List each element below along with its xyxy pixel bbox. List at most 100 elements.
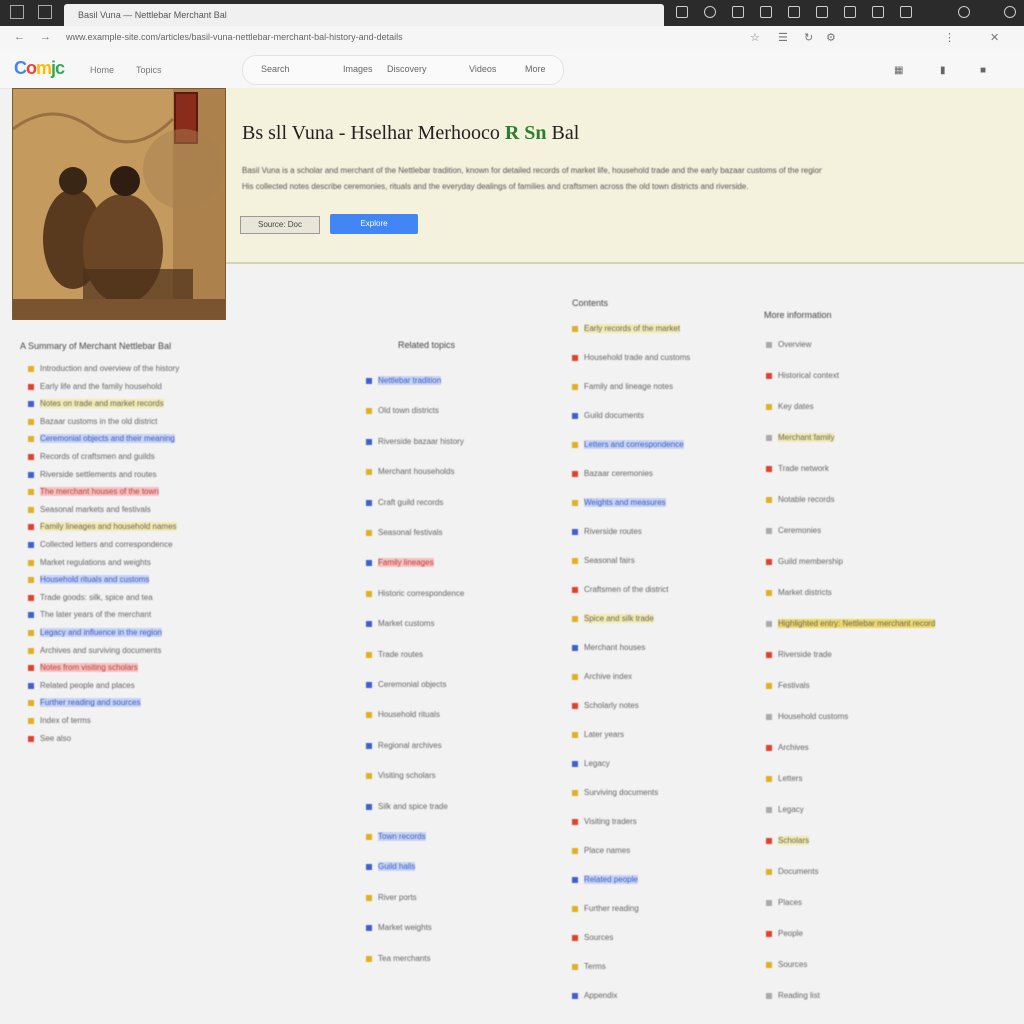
list-item[interactable]: Weights and measures: [572, 498, 742, 508]
list-item[interactable]: Ceremonial objects: [366, 680, 556, 690]
extensions-icon[interactable]: ⚙: [826, 31, 836, 44]
list-item[interactable]: Guild halls: [366, 862, 556, 872]
list-item[interactable]: Documents: [766, 867, 956, 877]
history-icon[interactable]: [816, 6, 828, 18]
list-item[interactable]: Places: [766, 898, 956, 908]
list-item[interactable]: Ceremonial objects and their meaning: [28, 434, 348, 444]
list-item[interactable]: Riverside bazaar history: [366, 437, 556, 447]
list-item[interactable]: Related people and places: [28, 681, 348, 691]
forward-icon[interactable]: →: [40, 31, 51, 43]
list-item[interactable]: Household trade and customs: [572, 353, 742, 363]
download-icon[interactable]: [760, 6, 772, 18]
list-item[interactable]: Visiting scholars: [366, 771, 556, 781]
list-item[interactable]: River ports: [366, 893, 556, 903]
list-item[interactable]: The merchant houses of the town: [28, 487, 348, 497]
header-link-home[interactable]: Home: [90, 65, 114, 75]
list-item[interactable]: See also: [28, 734, 348, 744]
list-item[interactable]: Silk and spice trade: [366, 802, 556, 812]
list-item[interactable]: Notable records: [766, 495, 956, 505]
list-item[interactable]: Letters: [766, 774, 956, 784]
list-item[interactable]: Surviving documents: [572, 788, 742, 798]
list-item[interactable]: Notes on trade and market records: [28, 399, 348, 409]
list-item[interactable]: Seasonal markets and festivals: [28, 505, 348, 515]
list-item[interactable]: Trade network: [766, 464, 956, 474]
list-item[interactable]: Later years: [572, 730, 742, 740]
grid-icon[interactable]: ▦: [894, 65, 903, 76]
list-item[interactable]: Festivals: [766, 681, 956, 691]
list-item[interactable]: Craftsmen of the district: [572, 585, 742, 595]
list-item[interactable]: Merchant family: [766, 433, 956, 443]
list-item[interactable]: Legacy: [572, 759, 742, 769]
reload-icon[interactable]: ↻: [804, 31, 813, 44]
list-item[interactable]: Reading list: [766, 991, 956, 1001]
list-item[interactable]: Records of craftsmen and guilds: [28, 452, 348, 462]
list-item[interactable]: Overview: [766, 340, 956, 350]
list-item[interactable]: Market customs: [366, 619, 556, 629]
list-item[interactable]: Riverside settlements and routes: [28, 470, 348, 480]
close-icon[interactable]: ✕: [990, 31, 999, 44]
tab-list-icon[interactable]: [38, 5, 52, 19]
app-menu-icon[interactable]: [10, 5, 24, 19]
screenshot-icon[interactable]: [872, 6, 884, 18]
source-chip[interactable]: Source: Doc: [240, 216, 320, 234]
list-item[interactable]: Tea merchants: [366, 954, 556, 964]
window-icon[interactable]: [732, 6, 744, 18]
profile-icon[interactable]: [900, 6, 912, 18]
list-item[interactable]: Market regulations and weights: [28, 558, 348, 568]
list-item[interactable]: Visiting traders: [572, 817, 742, 827]
notifications-icon[interactable]: ▮: [940, 65, 946, 76]
list-item[interactable]: Archives and surviving documents: [28, 646, 348, 656]
list-item[interactable]: Archive index: [572, 672, 742, 682]
list-item[interactable]: Riverside routes: [572, 527, 742, 537]
search-tab-images[interactable]: Images: [343, 64, 373, 74]
list-item[interactable]: Highlighted entry: Nettlebar merchant re…: [766, 619, 956, 629]
list-item[interactable]: Terms: [572, 962, 742, 972]
list-item[interactable]: Index of terms: [28, 716, 348, 726]
list-item[interactable]: Merchant houses: [572, 643, 742, 653]
list-item[interactable]: Bazaar ceremonies: [572, 469, 742, 479]
list-item[interactable]: Guild documents: [572, 411, 742, 421]
browser-tab[interactable]: Basil Vuna — Nettlebar Merchant Bal: [64, 4, 664, 26]
list-item[interactable]: Archives: [766, 743, 956, 753]
list-item[interactable]: Further reading and sources: [28, 698, 348, 708]
list-item[interactable]: Introduction and overview of the history: [28, 364, 348, 374]
list-item[interactable]: Seasonal festivals: [366, 528, 556, 538]
bookmark-icon[interactable]: [788, 6, 800, 18]
list-item[interactable]: Sources: [572, 933, 742, 943]
list-item[interactable]: Old town districts: [366, 406, 556, 416]
site-logo[interactable]: Comjc: [14, 58, 65, 79]
list-item[interactable]: Guild membership: [766, 557, 956, 567]
search-tab-videos[interactable]: Videos: [469, 64, 496, 74]
list-item[interactable]: Legacy and influence in the region: [28, 628, 348, 638]
search-tab-discovery[interactable]: Discovery: [387, 64, 427, 74]
list-item[interactable]: Seasonal fairs: [572, 556, 742, 566]
list-item[interactable]: Trade routes: [366, 650, 556, 660]
list-item[interactable]: Market districts: [766, 588, 956, 598]
list-item[interactable]: Letters and correspondence: [572, 440, 742, 450]
list-item[interactable]: Collected letters and correspondence: [28, 540, 348, 550]
list-item[interactable]: People: [766, 929, 956, 939]
menu-icon[interactable]: ⋮: [944, 31, 955, 44]
list-item[interactable]: Regional archives: [366, 741, 556, 751]
list-item[interactable]: Trade goods: silk, spice and tea: [28, 593, 348, 603]
list-item[interactable]: Sources: [766, 960, 956, 970]
list-item[interactable]: Family and lineage notes: [572, 382, 742, 392]
list-item[interactable]: Ceremonies: [766, 526, 956, 536]
list-item[interactable]: Household customs: [766, 712, 956, 722]
reader-icon[interactable]: ☰: [778, 31, 788, 44]
list-item[interactable]: Family lineages: [366, 558, 556, 568]
list-item[interactable]: The later years of the merchant: [28, 610, 348, 620]
list-item[interactable]: Notes from visiting scholars: [28, 663, 348, 673]
explore-button[interactable]: Explore: [330, 214, 418, 234]
list-item[interactable]: Historic correspondence: [366, 589, 556, 599]
power-icon[interactable]: [1004, 6, 1016, 18]
list-item[interactable]: Early life and the family household: [28, 382, 348, 392]
settings-icon[interactable]: [704, 6, 716, 18]
list-item[interactable]: Bazaar customs in the old district: [28, 417, 348, 427]
account-icon[interactable]: [958, 6, 970, 18]
list-item[interactable]: Merchant households: [366, 467, 556, 477]
list-item[interactable]: Early records of the market: [572, 324, 742, 334]
search-tab-search[interactable]: Search: [261, 64, 290, 74]
share-icon[interactable]: [844, 6, 856, 18]
search-tab-more[interactable]: More: [525, 64, 546, 74]
